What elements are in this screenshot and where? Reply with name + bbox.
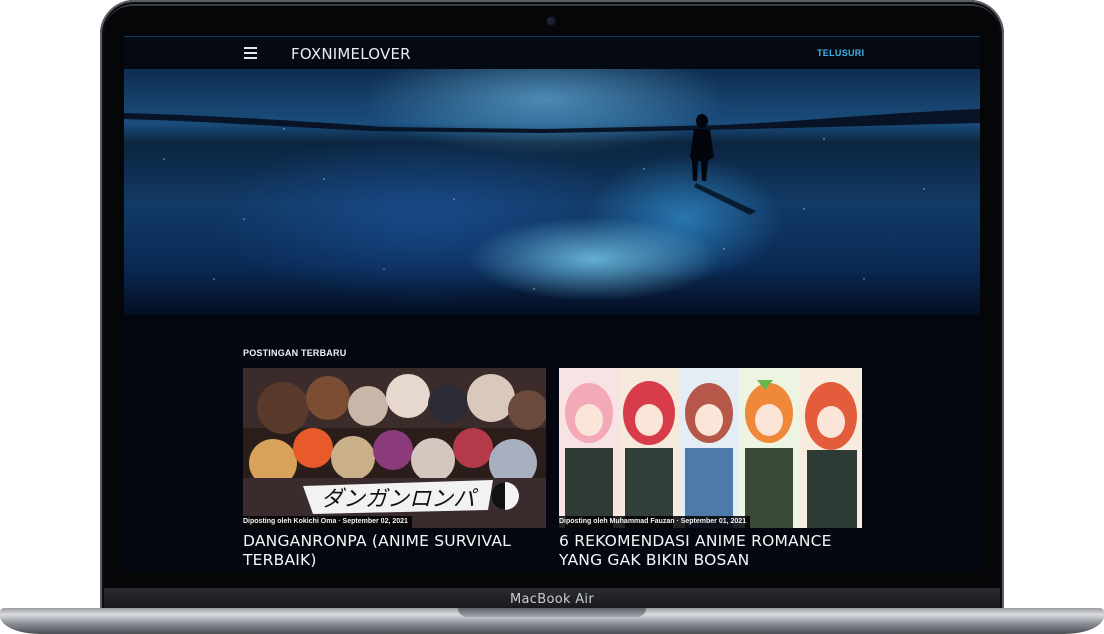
post-thumbnail[interactable]: ダンガンロンパ Diposting oleh Kokichi Oma · Sep… [243,368,546,528]
post-thumbnail[interactable]: Diposting oleh Muhammad Fauzan · Septemb… [559,368,862,528]
post-byline: Diposting oleh Muhammad Fauzan · Septemb… [559,516,751,528]
post-title[interactable]: 6 REKOMENDASI ANIME ROMANCE YANG GAK BIK… [559,532,859,570]
post-title[interactable]: DANGANRONPA (ANIME SURVIVAL TERBAIK) [243,532,543,570]
webcam-icon [547,17,555,25]
svg-text:ダンガンロンパ: ダンガンロンパ [321,487,479,512]
post-card[interactable]: Diposting oleh Muhammad Fauzan · Septemb… [559,368,862,570]
search-link[interactable]: TELUSURI [817,48,864,58]
laptop-notch [458,608,646,617]
hamburger-menu-icon[interactable] [244,47,257,59]
laptop-mockup: FOXNIMELOVER TELUSURI POSTINGAN TERBARU [0,0,1104,634]
laptop-chin: MacBook Air [104,588,1000,610]
post-byline: Diposting oleh Kokichi Oma · September 0… [243,516,412,528]
silhouette-figure [690,114,756,215]
anime-quintuplets-thumbnail [559,368,862,528]
post-card[interactable]: ダンガンロンパ Diposting oleh Kokichi Oma · Sep… [243,368,546,570]
hero-banner-image [124,69,980,315]
site-title[interactable]: FOXNIMELOVER [291,45,411,63]
site-header: FOXNIMELOVER TELUSURI [124,36,980,69]
browser-screen: FOXNIMELOVER TELUSURI POSTINGAN TERBARU [124,36,980,572]
anime-cast-thumbnail: ダンガンロンパ [243,368,546,528]
device-model-label: MacBook Air [510,591,594,607]
section-title: POSTINGAN TERBARU [243,348,347,358]
